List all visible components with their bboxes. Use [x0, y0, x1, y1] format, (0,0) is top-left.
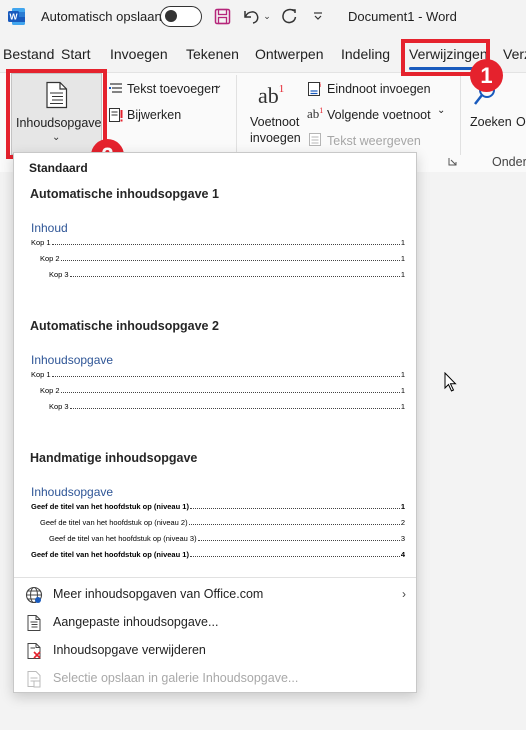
- menu-item-custom-toc[interactable]: Aangepaste inhoudsopgave...: [14, 609, 416, 637]
- gallery-item-auto-toc-1[interactable]: Automatische inhoudsopgave 1 Inhoud Kop …: [14, 181, 416, 311]
- next-footnote-chevron-icon[interactable]: ⌄: [437, 105, 445, 116]
- document-title: Document1 - Word: [348, 9, 457, 24]
- toc-preview-line: Kop 11: [31, 238, 405, 247]
- redo-icon[interactable]: [278, 5, 300, 27]
- save-icon[interactable]: [212, 5, 232, 27]
- toc-preview-heading: Inhoudsopgave: [31, 485, 114, 499]
- toc-preview-line: Kop 31: [49, 270, 405, 279]
- gallery-item-auto-toc-2[interactable]: Automatische inhoudsopgave 2 Inhoudsopga…: [14, 313, 416, 443]
- gallery-section-title: Standaard: [29, 161, 88, 175]
- tab-verzendlijsten[interactable]: Verz: [503, 46, 526, 62]
- add-text-button[interactable]: Tekst toevoegen: [127, 82, 218, 96]
- gallery-item-title: Handmatige inhoudsopgave: [30, 451, 198, 465]
- mouse-cursor-icon: [444, 372, 457, 392]
- search-button[interactable]: Zoeken: [470, 115, 512, 129]
- footnote-label-line2[interactable]: invoegen: [250, 131, 301, 145]
- word-logo-icon: W: [8, 8, 25, 25]
- toc-preview-line: Geef de titel van het hoofdstuk op (nive…: [49, 534, 405, 543]
- ribbon-separator: [460, 75, 461, 155]
- update-toc-button[interactable]: Bijwerken: [127, 108, 181, 122]
- menu-item-label: Inhoudsopgave verwijderen: [53, 643, 206, 657]
- next-footnote-icon: ab1: [307, 106, 324, 121]
- toc-preview-line: Kop 21: [40, 386, 405, 395]
- footnote-label-line1[interactable]: Voetnoot: [250, 115, 299, 129]
- undo-dropdown-chevron-icon[interactable]: ⌄: [262, 5, 272, 27]
- gallery-item-title: Automatische inhoudsopgave 2: [30, 319, 219, 333]
- insert-endnote-button[interactable]: Eindnoot invoegen: [327, 82, 431, 96]
- tab-bestand[interactable]: Bestand: [3, 46, 54, 62]
- tab-indeling[interactable]: Indeling: [341, 46, 390, 62]
- toc-preview-heading: Inhoud: [31, 221, 68, 235]
- toc-preview-line: Kop 21: [40, 254, 405, 263]
- toc-preview-line: Geef de titel van het hoofdstuk op (nive…: [31, 502, 405, 511]
- toc-preview-line: Geef de titel van het hoofdstuk op (nive…: [31, 550, 405, 559]
- menu-item-label: Selectie opslaan in galerie Inhoudsopgav…: [53, 671, 299, 685]
- globe-icon: [25, 586, 43, 604]
- delete-document-icon: [27, 643, 41, 659]
- tab-tekenen[interactable]: Tekenen: [186, 46, 239, 62]
- tab-ontwerpen[interactable]: Ontwerpen: [255, 46, 323, 62]
- partial-ribbon-label[interactable]: O: [516, 115, 526, 129]
- svg-text:W: W: [9, 12, 18, 22]
- toc-chevron-icon: ⌄: [52, 132, 61, 143]
- menu-separator: [14, 577, 416, 578]
- insert-footnote-icon: ab1: [258, 83, 285, 108]
- menu-item-more-toc-office[interactable]: Meer inhoudsopgaven van Office.com ›: [14, 581, 416, 609]
- gallery-item-manual-toc[interactable]: Handmatige inhoudsopgave Inhoudsopgave G…: [14, 445, 416, 577]
- toc-button[interactable]: Inhoudsopgave ⌄: [11, 73, 102, 155]
- toc-gallery: Standaard Automatische inhoudsopgave 1 I…: [14, 153, 416, 577]
- ribbon-group-label: Onder: [492, 155, 526, 169]
- add-text-icon: [109, 83, 122, 93]
- menu-item-label: Meer inhoudsopgaven van Office.com: [53, 587, 264, 601]
- toc-document-icon: [46, 81, 68, 109]
- menu-item-remove-toc[interactable]: Inhoudsopgave verwijderen: [14, 637, 416, 665]
- tab-verwijzingen[interactable]: Verwijzingen: [409, 46, 488, 62]
- toc-preview-line: Kop 31: [49, 402, 405, 411]
- document-icon: [27, 615, 41, 631]
- toc-preview-line: Kop 11: [31, 370, 405, 379]
- customize-toolbar-icon[interactable]: [312, 5, 324, 27]
- gallery-item-title: Automatische inhoudsopgave 1: [30, 187, 219, 201]
- ribbon-separator: [236, 75, 237, 155]
- autosave-toggle[interactable]: [160, 6, 202, 27]
- tab-start[interactable]: Start: [61, 46, 91, 62]
- toggle-knob: [165, 10, 177, 22]
- menu-item-label: Aangepaste inhoudsopgave...: [53, 615, 219, 629]
- svg-text:i: i: [320, 83, 321, 89]
- toc-preview-line: Geef de titel van het hoofdstuk op (nive…: [40, 518, 405, 527]
- step-badge-1: 1: [470, 59, 503, 92]
- title-bar: W Automatisch opslaan ⌄ Document1 - Word: [0, 0, 526, 36]
- update-table-icon: [109, 108, 123, 122]
- dialog-launcher-icon[interactable]: [448, 157, 457, 166]
- show-notes-button: Tekst weergeven: [327, 134, 421, 148]
- menu-item-save-selection: Selectie opslaan in galerie Inhoudsopgav…: [14, 665, 416, 693]
- next-footnote-button[interactable]: Volgende voetnoot: [327, 108, 431, 122]
- show-notes-icon: [309, 133, 321, 146]
- autosave-label: Automatisch opslaan: [41, 9, 162, 24]
- toc-button-label: Inhoudsopgave: [16, 116, 102, 130]
- save-selection-icon: [27, 671, 41, 688]
- tab-invoegen[interactable]: Invoegen: [110, 46, 168, 62]
- submenu-chevron-icon: ›: [402, 587, 406, 601]
- toc-preview-heading: Inhoudsopgave: [31, 353, 114, 367]
- toc-dropdown-menu: Standaard Automatische inhoudsopgave 1 I…: [13, 152, 417, 693]
- add-text-chevron-icon[interactable]: ⌄: [214, 80, 222, 91]
- undo-icon[interactable]: [241, 5, 263, 27]
- insert-endnote-icon: i: [308, 82, 321, 96]
